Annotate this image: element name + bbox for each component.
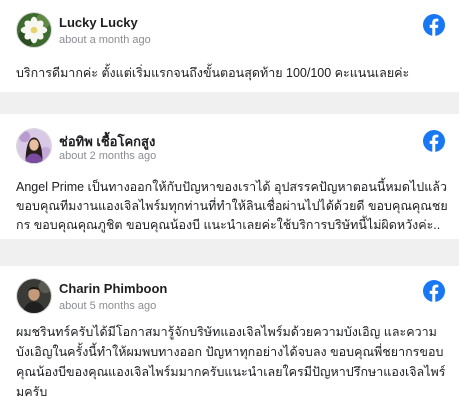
review-card: Lucky Lucky about a month ago บริการดีมา… (0, 0, 459, 92)
review-header: Charin Phimboon about 5 months ago (16, 278, 445, 318)
facebook-icon[interactable] (423, 130, 445, 152)
review-text: บริการดีมากค่ะ ตั้งแต่เริ่มแรกจนถึงขั้นต… (16, 66, 410, 80)
review-time[interactable]: about a month ago (59, 34, 151, 46)
review-card: ช่อทิพ เชื้อโคกสูง about 2 months ago An… (0, 114, 459, 239)
woman-avatar-icon (17, 129, 51, 163)
author-name[interactable]: ช่อทิพ เชื้อโคกสูง (59, 131, 155, 152)
author-name[interactable]: Lucky Lucky (59, 15, 138, 30)
review-header: ช่อทิพ เชื้อโคกสูง about 2 months ago (16, 128, 445, 168)
man-avatar-icon (17, 279, 51, 313)
reviews-feed: Lucky Lucky about a month ago บริการดีมา… (0, 0, 459, 418)
flower-avatar-icon (17, 13, 51, 47)
review-text: Angel Prime เป็นทางออกให้กับปัญหาของเราไ… (16, 180, 448, 232)
review-card: Charin Phimboon about 5 months ago ผมชริ… (0, 266, 459, 418)
review-header: Lucky Lucky about a month ago (16, 12, 445, 52)
avatar[interactable] (16, 12, 52, 48)
avatar[interactable] (16, 278, 52, 314)
facebook-icon[interactable] (423, 280, 445, 302)
review-time[interactable]: about 2 months ago (59, 150, 156, 162)
review-text: ผมชรินทร์ครับได้มีโอกาสมารู้จักบริษัทแอง… (16, 325, 446, 399)
review-time[interactable]: about 5 months ago (59, 300, 156, 312)
author-name[interactable]: Charin Phimboon (59, 281, 167, 296)
facebook-icon[interactable] (423, 14, 445, 36)
avatar[interactable] (16, 128, 52, 164)
